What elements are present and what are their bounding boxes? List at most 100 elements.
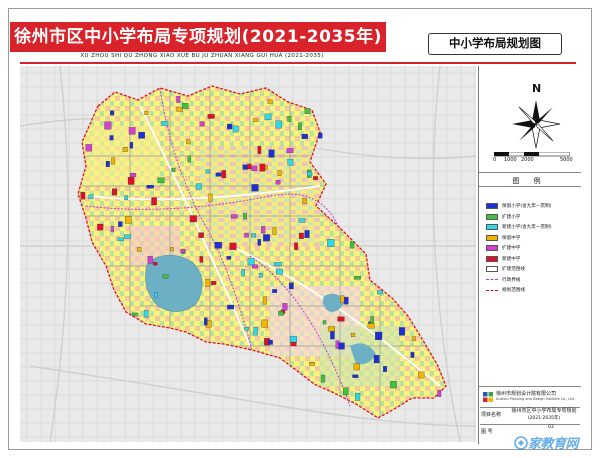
school-marker[interactable] (367, 323, 375, 329)
school-marker[interactable] (170, 247, 174, 252)
school-marker[interactable] (275, 179, 281, 185)
school-marker[interactable] (337, 316, 345, 322)
school-marker[interactable] (251, 184, 259, 192)
school-marker[interactable] (118, 221, 123, 227)
school-marker[interactable] (195, 183, 202, 190)
school-marker[interactable] (253, 327, 258, 336)
school-marker[interactable] (287, 115, 292, 122)
school-marker[interactable] (318, 132, 323, 139)
school-marker[interactable] (272, 226, 277, 235)
school-marker[interactable] (320, 374, 326, 383)
school-marker[interactable] (277, 170, 282, 176)
school-marker[interactable] (264, 113, 272, 120)
school-marker[interactable] (229, 242, 237, 250)
school-marker[interactable] (383, 366, 387, 372)
school-marker[interactable] (327, 326, 335, 332)
school-marker[interactable] (261, 226, 266, 234)
school-marker[interactable] (104, 121, 112, 130)
school-marker[interactable] (327, 239, 335, 247)
school-marker[interactable] (304, 230, 310, 238)
school-marker[interactable] (144, 111, 149, 115)
school-marker[interactable] (251, 264, 258, 269)
school-marker[interactable] (288, 282, 294, 290)
school-marker[interactable] (80, 192, 86, 200)
school-marker[interactable] (88, 194, 94, 200)
school-marker[interactable] (181, 103, 189, 109)
school-marker[interactable] (241, 269, 245, 277)
school-marker[interactable] (231, 214, 238, 219)
school-marker[interactable] (251, 165, 258, 172)
school-marker[interactable] (154, 292, 158, 298)
school-marker[interactable] (304, 108, 311, 114)
school-marker[interactable] (171, 167, 176, 172)
school-marker[interactable] (375, 331, 383, 340)
school-marker[interactable] (268, 339, 273, 345)
school-marker[interactable] (143, 310, 149, 318)
school-marker[interactable] (350, 332, 356, 337)
school-marker[interactable] (252, 118, 259, 122)
school-marker[interactable] (257, 145, 262, 154)
school-marker[interactable] (410, 352, 415, 358)
school-marker[interactable] (110, 225, 115, 233)
school-marker[interactable] (136, 247, 142, 252)
school-marker[interactable] (176, 106, 183, 112)
school-marker[interactable] (278, 311, 284, 316)
school-marker[interactable] (180, 249, 186, 253)
school-marker[interactable] (109, 135, 114, 141)
school-marker[interactable] (189, 215, 197, 223)
school-marker[interactable] (286, 148, 294, 154)
school-marker[interactable] (117, 237, 124, 242)
school-marker[interactable] (307, 171, 313, 177)
school-marker[interactable] (262, 296, 267, 305)
school-marker[interactable] (263, 234, 270, 242)
school-marker[interactable] (211, 281, 217, 285)
school-marker[interactable] (227, 123, 233, 130)
school-marker[interactable] (226, 256, 232, 260)
school-marker[interactable] (162, 274, 169, 279)
school-marker[interactable] (287, 158, 294, 166)
school-marker[interactable] (267, 99, 273, 104)
school-marker[interactable] (232, 125, 239, 133)
school-marker[interactable] (290, 341, 297, 347)
school-marker[interactable] (244, 232, 249, 238)
school-marker[interactable] (127, 177, 135, 185)
school-marker[interactable] (124, 195, 128, 200)
school-marker[interactable] (261, 319, 268, 328)
school-marker[interactable] (110, 110, 115, 116)
school-marker[interactable] (353, 275, 361, 280)
school-marker[interactable] (244, 327, 249, 331)
school-marker[interactable] (221, 170, 227, 179)
school-marker[interactable] (146, 185, 154, 189)
school-marker[interactable] (186, 139, 191, 145)
school-marker[interactable] (242, 164, 249, 170)
school-marker[interactable] (390, 381, 397, 389)
school-marker[interactable] (322, 320, 327, 325)
school-marker[interactable] (205, 169, 210, 174)
school-marker[interactable] (294, 242, 299, 250)
school-marker[interactable] (298, 232, 304, 239)
school-marker[interactable] (349, 241, 355, 249)
school-marker[interactable] (275, 120, 282, 129)
school-marker[interactable] (112, 188, 118, 196)
school-marker[interactable] (207, 114, 215, 119)
school-marker[interactable] (343, 387, 349, 396)
school-marker[interactable] (338, 342, 345, 350)
school-marker[interactable] (275, 268, 283, 275)
school-marker[interactable] (97, 223, 104, 231)
school-marker[interactable] (301, 133, 308, 139)
school-marker[interactable] (205, 279, 211, 287)
school-marker[interactable] (111, 157, 116, 165)
school-marker[interactable] (128, 127, 136, 135)
school-marker[interactable] (199, 256, 204, 263)
school-marker[interactable] (282, 303, 288, 311)
city-map[interactable] (20, 66, 476, 442)
school-marker[interactable] (418, 371, 425, 379)
school-marker[interactable] (122, 147, 128, 152)
school-marker[interactable] (176, 95, 181, 103)
school-marker[interactable] (247, 163, 252, 170)
school-marker[interactable] (130, 173, 137, 177)
school-marker[interactable] (198, 232, 204, 238)
school-marker[interactable] (352, 374, 359, 378)
school-marker[interactable] (355, 392, 361, 401)
school-marker[interactable] (227, 304, 235, 310)
